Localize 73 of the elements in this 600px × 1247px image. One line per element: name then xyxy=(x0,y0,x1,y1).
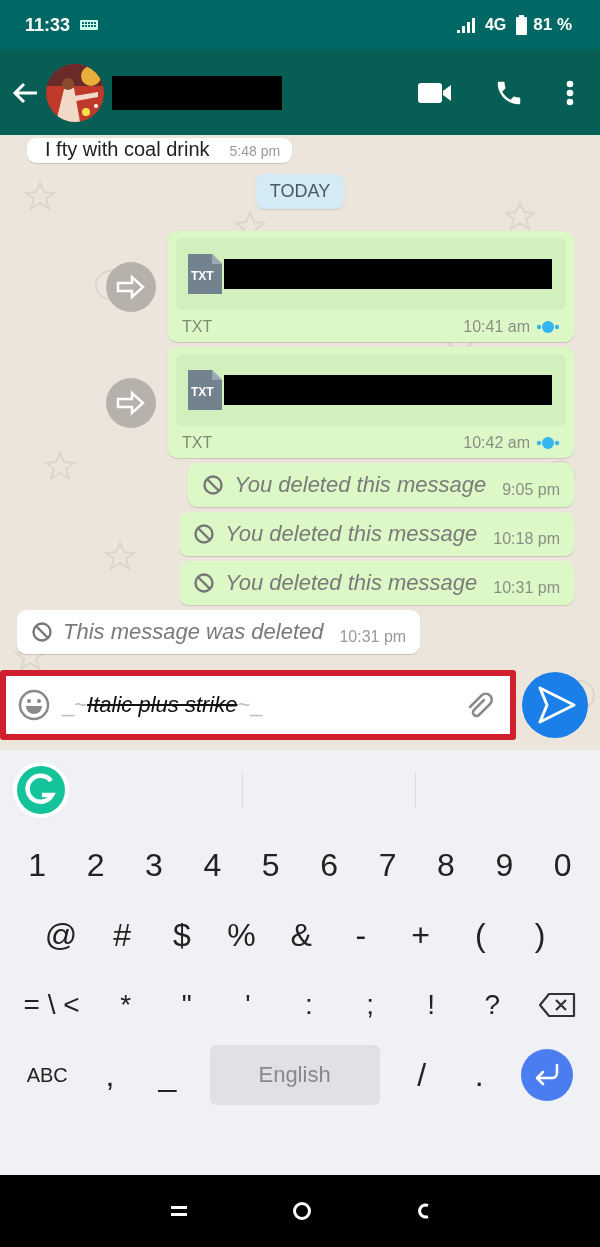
keyboard-key[interactable]: % xyxy=(226,916,257,954)
keyboard-key[interactable]: * xyxy=(110,989,141,1021)
backspace-icon[interactable] xyxy=(538,992,577,1018)
message-time: 9:05 pm xyxy=(502,481,560,499)
keyboard-key[interactable]: 0 xyxy=(547,846,578,884)
message-input-field[interactable]: _~Italic plus strike~_ xyxy=(0,670,516,740)
keyboard-key[interactable]: - xyxy=(345,916,376,954)
back-icon[interactable] xyxy=(416,1202,430,1220)
keyboard-key[interactable]: 8 xyxy=(430,846,461,884)
keyboard-key[interactable]: 2 xyxy=(80,846,111,884)
keyboard-key[interactable]: + xyxy=(405,916,436,954)
message-time: 10:31 pm xyxy=(493,579,560,597)
file-type-text: TXT xyxy=(182,434,213,452)
home-icon[interactable] xyxy=(292,1201,312,1221)
file-type-label: TXT xyxy=(191,269,214,283)
enter-button[interactable] xyxy=(521,1049,574,1101)
blocked-icon xyxy=(193,572,216,594)
message-time: 10:42 am xyxy=(463,434,530,452)
more-options-icon[interactable] xyxy=(566,79,574,106)
message-time: 10:41 am xyxy=(463,318,530,336)
keyboard-key[interactable]: 9 xyxy=(489,846,520,884)
keyboard-key[interactable]: ) xyxy=(525,916,556,954)
keyboard-key[interactable]: 7 xyxy=(372,846,403,884)
keyboard-key[interactable]: ! xyxy=(416,989,447,1021)
keyboard-icon xyxy=(80,20,99,30)
file-icon xyxy=(188,370,222,410)
keyboard-key[interactable]: ABC xyxy=(26,1063,68,1087)
message-text: You deleted this message xyxy=(225,521,478,547)
input-text[interactable]: _~Italic plus strike~_ xyxy=(62,692,263,718)
keyboard-key[interactable]: , xyxy=(95,1056,125,1094)
clock-time: 11:33 xyxy=(25,14,71,36)
keyboard-key[interactable]: " xyxy=(171,989,202,1021)
keyboard-key[interactable]: 3 xyxy=(138,846,169,884)
battery-level: 81 % xyxy=(533,15,572,35)
keyboard-key[interactable]: @ xyxy=(44,916,78,954)
keyboard-key[interactable]: / xyxy=(406,1056,437,1094)
message-text: You deleted this message xyxy=(234,472,487,498)
emoji-icon[interactable] xyxy=(18,689,50,721)
video-call-icon[interactable] xyxy=(418,81,452,104)
keyboard-key[interactable]: # xyxy=(107,916,138,954)
message-text: I fty with coal drink xyxy=(45,138,210,161)
file-type-label: TXT xyxy=(191,385,214,399)
keyboard-key[interactable]: 6 xyxy=(314,846,345,884)
keyboard-key[interactable]: 1 xyxy=(22,846,53,884)
keyboard-key[interactable]: ; xyxy=(355,989,386,1021)
file-preview[interactable]: TXT xyxy=(176,354,566,426)
message-text: This message was deleted xyxy=(63,619,324,645)
keyboard-key[interactable]: ? xyxy=(477,989,508,1021)
keyboard-key[interactable]: . xyxy=(464,1056,495,1094)
keyboard-key[interactable]: & xyxy=(286,916,317,954)
back-arrow-icon[interactable] xyxy=(12,81,38,104)
blocked-icon xyxy=(193,523,216,545)
battery-icon xyxy=(516,15,528,35)
keyboard-key[interactable]: _ xyxy=(152,1056,183,1094)
keyboard-key[interactable]: ' xyxy=(232,989,263,1021)
message-time: 5:48 pm xyxy=(229,143,281,159)
keyboard-key[interactable]: 4 xyxy=(197,846,228,884)
file-type-text: TXT xyxy=(182,318,213,336)
keyboard-key[interactable]: ( xyxy=(465,916,496,954)
message-time: 10:18 pm xyxy=(493,530,560,548)
send-button[interactable] xyxy=(522,672,588,738)
menu-icon[interactable] xyxy=(170,1204,188,1218)
file-icon xyxy=(188,254,222,294)
blocked-icon xyxy=(31,621,53,643)
message-text: You deleted this message xyxy=(225,570,478,596)
keyboard-key[interactable]: : xyxy=(293,989,324,1021)
blocked-icon xyxy=(202,474,225,496)
network-type: 4G xyxy=(484,16,507,34)
message-time: 10:31 pm xyxy=(339,628,407,646)
keyboard-key[interactable]: $ xyxy=(166,916,197,954)
file-preview[interactable]: TXT xyxy=(176,238,566,310)
keyboard-key[interactable]: 5 xyxy=(255,846,286,884)
keyboard-key[interactable]: = \ < xyxy=(23,989,80,1021)
